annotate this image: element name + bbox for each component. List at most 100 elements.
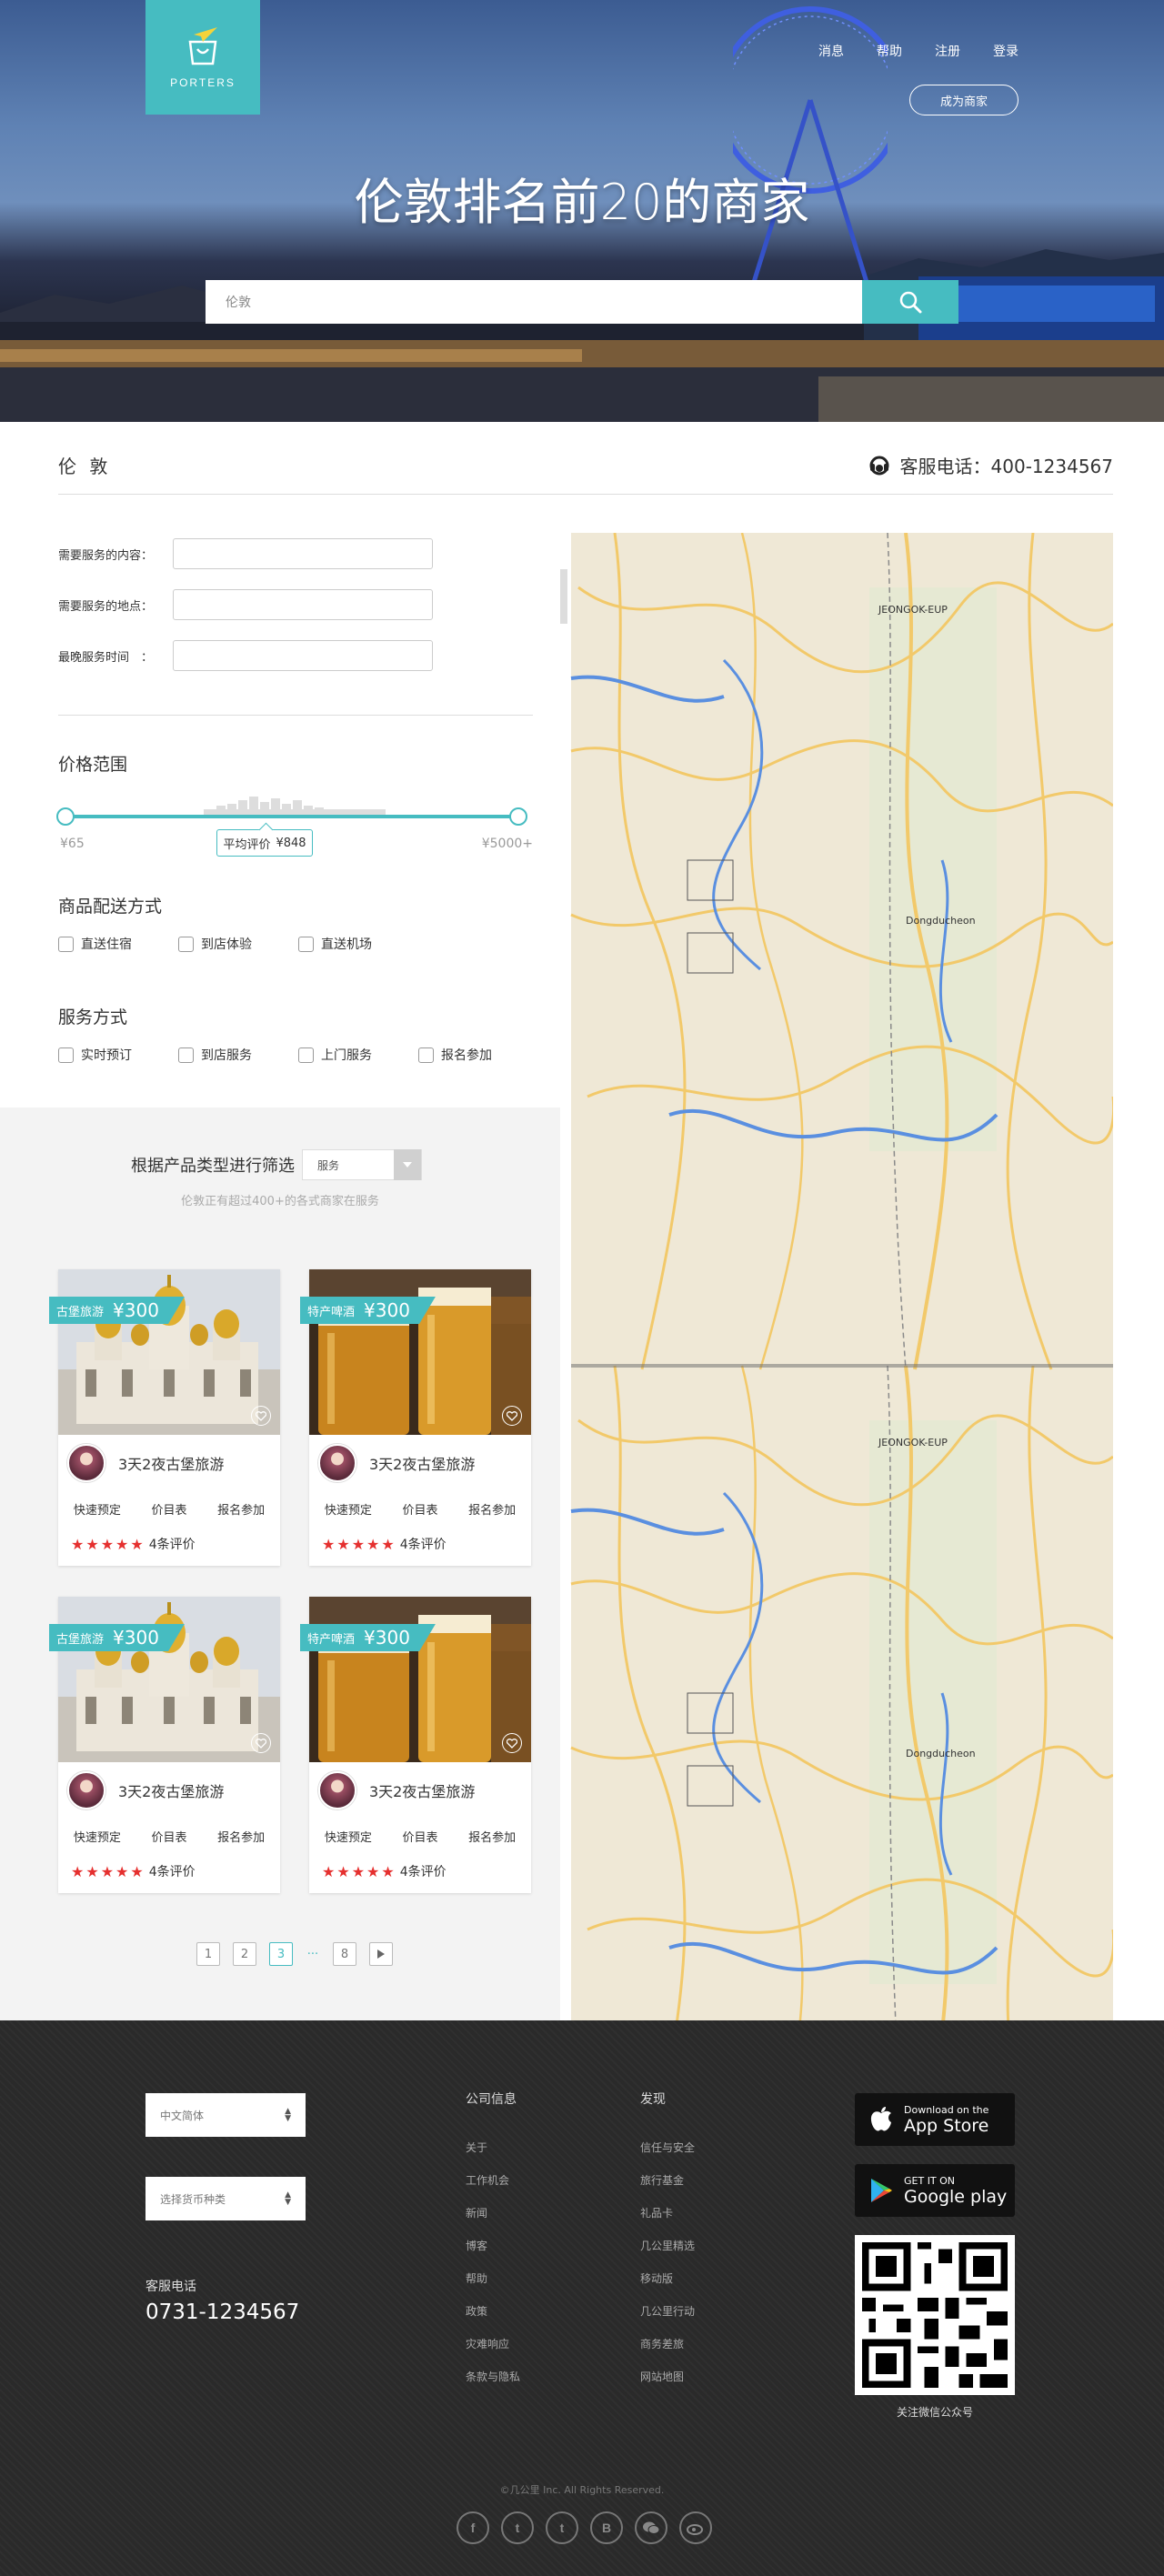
service-option[interactable]: 到店服务 <box>178 1046 298 1064</box>
service-option[interactable]: 上门服务 <box>298 1046 418 1064</box>
tag-label: 特产啤酒 <box>307 1305 356 1319</box>
price-slider-max-handle[interactable] <box>509 807 527 826</box>
review-count[interactable]: 4条评价 <box>149 1862 196 1880</box>
sign-up-link[interactable]: 报名参加 <box>468 1500 516 1518</box>
quick-book-link[interactable]: 快速预定 <box>325 1500 372 1518</box>
app-store-button[interactable]: Download on the App Store <box>855 2093 1015 2146</box>
avatar[interactable] <box>318 1444 356 1482</box>
price-list-link[interactable]: 价目表 <box>402 1828 437 1845</box>
price-list-link[interactable]: 价目表 <box>402 1500 437 1518</box>
checkbox[interactable] <box>298 1047 314 1063</box>
product-card[interactable]: 古堡旅游 ¥300 3天2夜古堡旅游 快速预定 价目表 报名参加 ★★★★★ 4条评价 <box>49 1597 280 1893</box>
wechat-icon[interactable] <box>635 2511 667 2544</box>
service-content-input[interactable] <box>173 538 433 569</box>
heart-icon[interactable] <box>502 1733 522 1753</box>
avatar[interactable] <box>67 1444 105 1482</box>
footer-link[interactable]: 几公里精选 <box>640 2237 695 2270</box>
delivery-option[interactable]: 直送机场 <box>298 935 418 953</box>
tag-price: ¥300 <box>364 1299 410 1321</box>
porters-logo[interactable]: PORTERS <box>146 0 260 115</box>
product-photo[interactable] <box>309 1269 531 1435</box>
heart-icon[interactable] <box>502 1406 522 1426</box>
footer-link[interactable]: 网站地图 <box>640 2368 695 2401</box>
quick-book-link[interactable]: 快速预定 <box>74 1500 121 1518</box>
product-title[interactable]: 3天2夜古堡旅游 <box>118 1452 224 1474</box>
footer-link[interactable]: 工作机会 <box>466 2171 520 2204</box>
footer-link[interactable]: 灾难响应 <box>466 2335 520 2368</box>
product-photo[interactable] <box>58 1269 280 1435</box>
twitter-icon[interactable]: t <box>501 2511 534 2544</box>
nav-login[interactable]: 登录 <box>993 42 1018 60</box>
product-card[interactable]: 古堡旅游 ¥300 3天2夜古堡旅游 快速预定 价目表 报名参加 ★★★★★ 4条评价 <box>49 1269 280 1566</box>
product-type-select[interactable]: 服务 <box>302 1149 422 1180</box>
footer-link[interactable]: 移动版 <box>640 2270 695 2302</box>
latest-time-input[interactable] <box>173 640 433 671</box>
footer-link[interactable]: 几公里行动 <box>640 2302 695 2335</box>
price-slider-min-handle[interactable] <box>56 807 75 826</box>
price-slider-track[interactable] <box>65 815 517 818</box>
price-list-link[interactable]: 价目表 <box>151 1828 186 1845</box>
product-title[interactable]: 3天2夜古堡旅游 <box>118 1779 224 1801</box>
quick-book-link[interactable]: 快速预定 <box>74 1828 121 1845</box>
footer-link[interactable]: 博客 <box>466 2237 520 2270</box>
checkbox[interactable] <box>178 936 194 952</box>
page-1[interactable]: 1 <box>196 1942 220 1966</box>
delivery-option[interactable]: 直送住宿 <box>58 935 178 953</box>
page-8[interactable]: 8 <box>333 1942 356 1966</box>
product-title[interactable]: 3天2夜古堡旅游 <box>369 1779 475 1801</box>
product-card[interactable]: 特产啤酒 ¥300 3天2夜古堡旅游 快速预定 价目表 报名参加 ★★★★★ 4条评价 <box>300 1597 531 1893</box>
page-3-current[interactable]: 3 <box>269 1942 293 1966</box>
page-2[interactable]: 2 <box>233 1942 256 1966</box>
footer-link[interactable]: 关于 <box>466 2139 520 2171</box>
checkbox[interactable] <box>178 1047 194 1063</box>
currency-select[interactable]: 选择货币种类 ▲ ▼ <box>146 2177 306 2220</box>
footer-link[interactable]: 信任与安全 <box>640 2139 695 2171</box>
language-select[interactable]: 中文简体 ▲ ▼ <box>146 2093 306 2137</box>
product-photo[interactable] <box>309 1597 531 1762</box>
product-card[interactable]: 特产啤酒 ¥300 3天2夜古堡旅游 快速预定 价目表 报名参加 ★★★★★ 4条评价 <box>300 1269 531 1566</box>
checkbox[interactable] <box>58 1047 74 1063</box>
nav-register[interactable]: 注册 <box>935 42 960 60</box>
footer-link[interactable]: 政策 <box>466 2302 520 2335</box>
footer-link[interactable]: 商务差旅 <box>640 2335 695 2368</box>
service-option[interactable]: 报名参加 <box>418 1046 538 1064</box>
footer-link[interactable]: 礼品卡 <box>640 2204 695 2237</box>
delivery-option[interactable]: 到店体验 <box>178 935 298 953</box>
sign-up-link[interactable]: 报名参加 <box>217 1500 265 1518</box>
sign-up-link[interactable]: 报名参加 <box>217 1828 265 1845</box>
review-count[interactable]: 4条评价 <box>400 1862 447 1880</box>
review-count[interactable]: 4条评价 <box>400 1535 447 1553</box>
product-title[interactable]: 3天2夜古堡旅游 <box>369 1452 475 1474</box>
checkbox[interactable] <box>298 936 314 952</box>
map-view[interactable]: JEONGOK-EUP Dongducheon JEONGOK-EUP Dong… <box>560 533 1113 2020</box>
heart-icon[interactable] <box>251 1733 271 1753</box>
checkbox[interactable] <box>58 936 74 952</box>
quick-book-link[interactable]: 快速预定 <box>325 1828 372 1845</box>
heart-icon[interactable] <box>251 1406 271 1426</box>
map-canvas[interactable]: JEONGOK-EUP Dongducheon JEONGOK-EUP Dong… <box>560 533 1113 2020</box>
google-play-button[interactable]: GET IT ON Google play <box>855 2164 1015 2217</box>
sign-up-link[interactable]: 报名参加 <box>468 1828 516 1845</box>
review-count[interactable]: 4条评价 <box>149 1535 196 1553</box>
avatar[interactable] <box>318 1771 356 1809</box>
blogger-icon[interactable]: B <box>590 2511 623 2544</box>
service-location-input[interactable] <box>173 589 433 620</box>
search-input[interactable] <box>206 280 862 324</box>
checkbox[interactable] <box>418 1047 434 1063</box>
nav-messages[interactable]: 消息 <box>818 42 844 60</box>
next-page-button[interactable] <box>369 1942 393 1966</box>
service-option[interactable]: 实时预订 <box>58 1046 178 1064</box>
tumblr-icon[interactable]: t <box>546 2511 578 2544</box>
weibo-icon[interactable] <box>679 2511 712 2544</box>
facebook-icon[interactable]: f <box>457 2511 489 2544</box>
price-list-link[interactable]: 价目表 <box>151 1500 186 1518</box>
footer-link[interactable]: 帮助 <box>466 2270 520 2302</box>
footer-link[interactable]: 新闻 <box>466 2204 520 2237</box>
avatar[interactable] <box>67 1771 105 1809</box>
become-merchant-button[interactable]: 成为商家 <box>909 85 1018 115</box>
product-photo[interactable] <box>58 1597 280 1762</box>
footer-link[interactable]: 条款与隐私 <box>466 2368 520 2401</box>
footer-link[interactable]: 旅行基金 <box>640 2171 695 2204</box>
nav-help[interactable]: 帮助 <box>877 42 902 60</box>
search-button[interactable] <box>862 280 958 324</box>
